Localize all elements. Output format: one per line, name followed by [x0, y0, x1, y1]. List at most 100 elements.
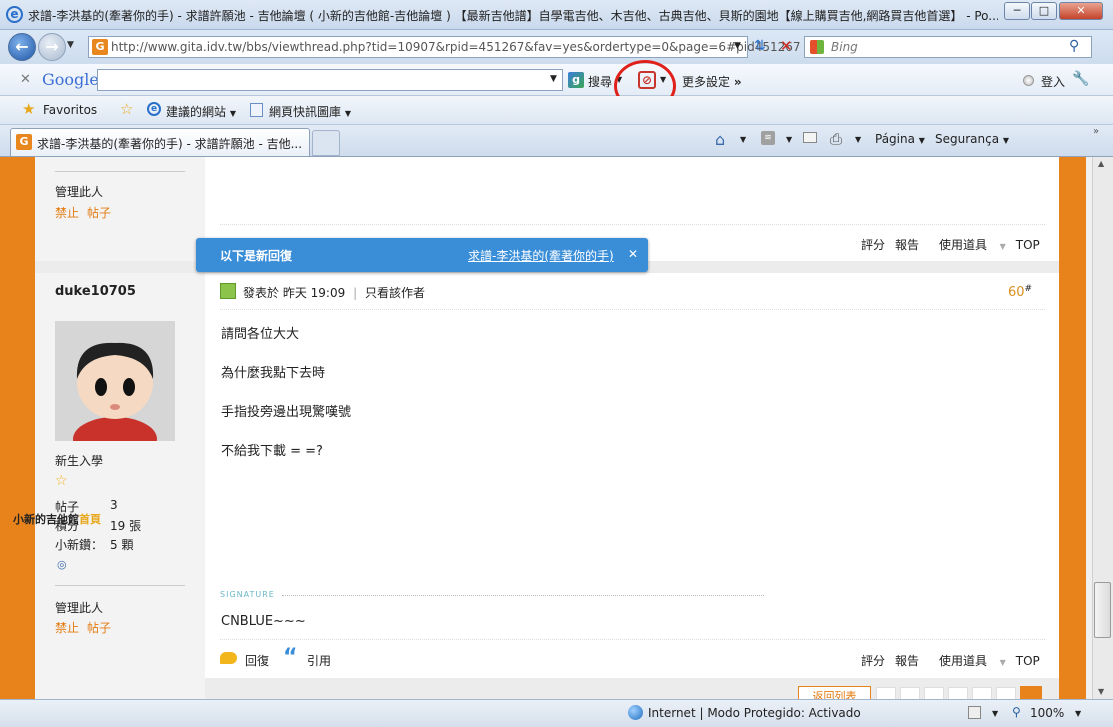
- status-bar: Internet | Modo Protegido: Activado ▼ ⚲ …: [0, 699, 1113, 727]
- bing-search-input[interactable]: Bing: [831, 40, 858, 54]
- status-dropdown-icon[interactable]: ▼: [992, 709, 998, 718]
- ban-user-link[interactable]: 禁止: [55, 619, 79, 636]
- prev-ban-link[interactable]: 禁止: [55, 204, 79, 221]
- reply-icon[interactable]: [220, 652, 237, 664]
- address-dropdown-icon[interactable]: ▼: [734, 41, 741, 51]
- more-settings-button[interactable]: 更多設定 »: [682, 73, 742, 90]
- home-dropdown-icon[interactable]: ▼: [740, 135, 746, 144]
- safety-menu[interactable]: Segurança ▼: [935, 132, 1009, 146]
- stop-icon[interactable]: ✕: [780, 37, 793, 55]
- feeds-dropdown-icon[interactable]: ▼: [786, 135, 792, 144]
- pagination-box[interactable]: [996, 687, 1016, 699]
- manage-user-link[interactable]: 管理此人: [55, 599, 103, 616]
- tab-active[interactable]: G 求譜-李洪基的(牽著你的手) - 求譜許願池 - 吉他...: [10, 128, 310, 156]
- pagination-box[interactable]: [924, 687, 944, 699]
- report-link[interactable]: 報告: [895, 238, 919, 252]
- mail-icon[interactable]: [803, 132, 817, 143]
- scroll-up-icon[interactable]: ▲: [1098, 159, 1104, 168]
- scrollbar-thumb[interactable]: [1094, 582, 1111, 638]
- back-button[interactable]: ←: [8, 33, 36, 61]
- signature-text: CNBLUE~~~: [221, 614, 306, 629]
- report-link[interactable]: 報告: [895, 654, 919, 668]
- signature-divider: [282, 595, 764, 596]
- top-link[interactable]: TOP: [1016, 238, 1040, 252]
- new-tab-button[interactable]: [312, 130, 340, 156]
- prev-manage-link[interactable]: 管理此人: [55, 183, 103, 200]
- login-button[interactable]: 登入: [1041, 73, 1065, 90]
- post-line: 手指投旁邊出現驚嘆號: [221, 405, 352, 420]
- web-slice-gallery-button[interactable]: 網頁快訊圖庫 ▼: [269, 103, 351, 120]
- back-to-list-button[interactable]: 返回列表: [798, 686, 871, 699]
- zoom-dropdown-icon[interactable]: ▼: [1075, 709, 1081, 718]
- close-button[interactable]: ✕: [1059, 2, 1103, 20]
- floor-value: 60: [1008, 285, 1025, 300]
- site-favicon-icon: G: [92, 39, 108, 55]
- page-menu-label: Página: [875, 132, 915, 146]
- site-name: 小新的吉他館: [13, 513, 79, 526]
- safety-menu-label: Segurança: [935, 132, 1000, 146]
- compatibility-icon[interactable]: ⇅: [754, 38, 766, 54]
- left-border-band: [0, 157, 35, 699]
- minimize-button[interactable]: ─: [1004, 2, 1030, 20]
- rate-link[interactable]: 評分: [861, 238, 885, 252]
- quote-icon[interactable]: “: [283, 647, 297, 669]
- top-link[interactable]: TOP: [1016, 654, 1040, 668]
- forward-button[interactable]: →: [38, 33, 66, 61]
- feeds-icon[interactable]: ≋: [761, 131, 775, 145]
- posts-count-value: 3: [110, 498, 118, 512]
- pagination-box[interactable]: [948, 687, 968, 699]
- quote-link[interactable]: 引用: [307, 652, 331, 669]
- user-info-icon[interactable]: ◎: [57, 558, 67, 571]
- suggested-sites-button[interactable]: 建議的網站 ▼: [166, 103, 236, 120]
- home-link[interactable]: 首頁: [79, 513, 101, 526]
- window-title: 求譜-李洪基的(牽著你的手) - 求譜許願池 - 吉他論壇 ( 小新的吉他館-吉…: [28, 9, 998, 23]
- google-search-button[interactable]: 搜尋: [588, 73, 612, 90]
- home-icon[interactable]: ⌂: [715, 130, 725, 149]
- google-logo: Google: [42, 70, 99, 89]
- add-favorite-icon[interactable]: ☆: [120, 100, 133, 118]
- search-icon[interactable]: ⚲: [1069, 38, 1079, 54]
- zoom-icon[interactable]: ⚲: [1012, 705, 1021, 719]
- history-dropdown-icon[interactable]: ▼: [67, 40, 74, 50]
- toolbar-close-icon[interactable]: ✕: [20, 72, 31, 87]
- new-reply-label: 以下是新回復: [220, 249, 293, 263]
- zoom-level[interactable]: 100%: [1030, 706, 1064, 720]
- reply-link[interactable]: 回復: [245, 652, 269, 669]
- print-icon[interactable]: ⎙: [830, 130, 842, 148]
- action-bar-divider: [220, 639, 1045, 640]
- scroll-down-icon[interactable]: ▼: [1098, 687, 1104, 696]
- only-author-link[interactable]: 只看該作者: [365, 286, 425, 300]
- favorites-button[interactable]: Favoritos: [43, 103, 97, 117]
- post-line: 為什麼我點下去時: [221, 366, 326, 381]
- sidebar-divider: [55, 171, 185, 172]
- pagination-box[interactable]: [900, 687, 920, 699]
- tools-link[interactable]: 使用道具 ▼: [929, 238, 1006, 252]
- ie-page-icon: e: [147, 102, 161, 116]
- toolbar-overflow-icon[interactable]: »: [1093, 126, 1099, 137]
- wrench-icon[interactable]: 🔧: [1072, 71, 1089, 87]
- google-search-dropdown-icon[interactable]: ▼: [550, 74, 557, 84]
- tools-link[interactable]: 使用道具 ▼: [929, 654, 1006, 668]
- suggested-sites-label: 建議的網站: [166, 105, 227, 119]
- address-bar[interactable]: G http://www.gita.idv.tw/bbs/viewthread.…: [88, 36, 801, 58]
- rate-link[interactable]: 評分: [861, 654, 885, 668]
- protected-mode-icon[interactable]: [968, 706, 981, 719]
- url-input[interactable]: http://www.gita.idv.tw/bbs/viewthread.ph…: [111, 40, 801, 54]
- new-reply-link[interactable]: 求譜-李洪基的(牽著你的手): [468, 247, 614, 264]
- pagination-box[interactable]: [972, 687, 992, 699]
- avatar[interactable]: [55, 321, 175, 441]
- restore-button[interactable]: □: [1031, 2, 1057, 20]
- pagination-box[interactable]: [876, 687, 896, 699]
- site-home-overlay[interactable]: 小新的吉他館首頁: [13, 511, 101, 527]
- user-posts-link[interactable]: 帖子: [87, 619, 111, 636]
- print-dropdown-icon[interactable]: ▼: [855, 135, 861, 144]
- tooltip-close-button[interactable]: ✕: [628, 247, 638, 261]
- author-name[interactable]: duke10705: [55, 284, 136, 299]
- page-menu[interactable]: Página ▼: [875, 132, 925, 146]
- google-search-input[interactable]: ▼: [97, 69, 563, 91]
- prev-posts-link[interactable]: 帖子: [87, 204, 111, 221]
- points-value: 19 張: [110, 519, 142, 533]
- pagination-current[interactable]: [1020, 686, 1042, 699]
- bing-search-box[interactable]: Bing ⚲: [804, 36, 1092, 58]
- coins-value: 5 顆: [110, 538, 134, 552]
